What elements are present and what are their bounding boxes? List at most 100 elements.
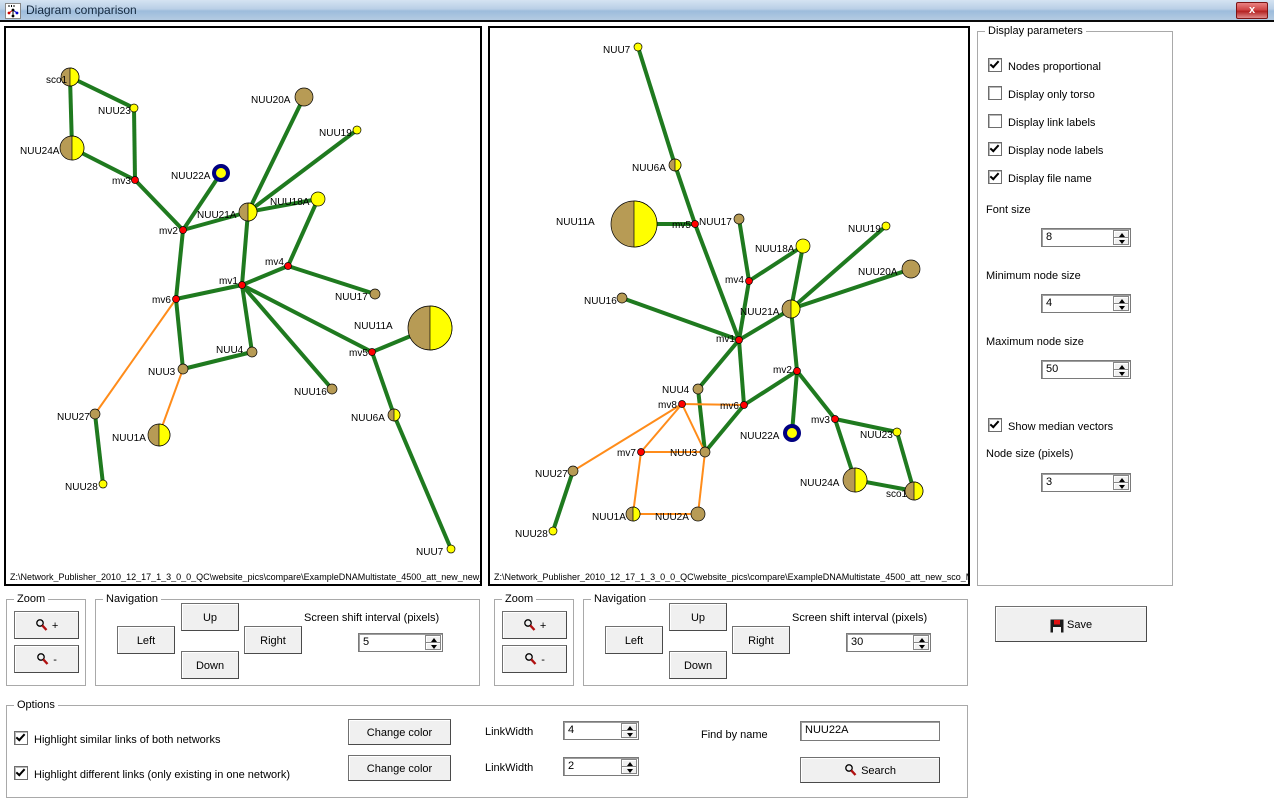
close-button[interactable]: x — [1236, 2, 1268, 19]
network-node[interactable]: NUU4 — [662, 383, 704, 396]
network-node[interactable]: NUU4 — [216, 345, 258, 358]
checkbox-highlight-different-links[interactable]: Highlight different links (only existing… — [14, 766, 290, 781]
network-node[interactable]: NUU16 — [584, 292, 628, 307]
network-node[interactable]: NUU28 — [515, 526, 558, 540]
network-node[interactable]: NUU20A — [858, 259, 921, 279]
network-node[interactable]: NUU11A — [354, 305, 453, 351]
network-node[interactable]: NUU16 — [294, 383, 338, 398]
spinner-down-button[interactable] — [1113, 482, 1129, 490]
right-zoom-in-button[interactable]: + — [502, 611, 567, 639]
network-node[interactable]: NUU19 — [848, 221, 891, 235]
network-node[interactable]: NUU21A — [740, 299, 801, 319]
left-nav-down-button[interactable]: Down — [181, 651, 239, 679]
left-nav-up-button[interactable]: Up — [181, 603, 239, 631]
spinner-down-button[interactable] — [1113, 303, 1129, 311]
network-node-label: NUU3 — [670, 448, 698, 459]
network-node[interactable]: NUU18A — [270, 191, 326, 208]
right-network-diagram[interactable]: NUU7 NUU6A NUU11A mv5 NUU17 NUU18A NUU19 NUU20A… — [488, 26, 970, 586]
spinner-down-button[interactable] — [621, 766, 637, 774]
right-screen-shift-spinner[interactable]: 30 — [846, 633, 931, 652]
network-node[interactable]: mv3 — [112, 176, 139, 187]
network-node[interactable]: NUU17 — [335, 288, 381, 303]
network-node[interactable]: NUU22A — [740, 424, 801, 442]
network-node[interactable]: mv4 — [265, 257, 292, 270]
checkbox-display-link-labels[interactable]: Display link labels — [988, 114, 1095, 129]
left-nav-left-button[interactable]: Left — [117, 626, 175, 654]
window-titlebar: Diagram comparison x — [0, 0, 1274, 22]
checkbox-display-node-labels[interactable]: Display node labels — [988, 142, 1103, 157]
network-node[interactable]: NUU7 — [603, 42, 643, 56]
right-nav-up-button[interactable]: Up — [669, 603, 727, 631]
network-node-label: NUU18A — [755, 244, 795, 255]
font-size-spinner[interactable]: 8 — [1041, 228, 1131, 247]
spinner-down-button[interactable] — [1113, 237, 1129, 245]
spinner-down-button[interactable] — [425, 642, 441, 650]
network-node[interactable]: NUU1A — [112, 423, 171, 447]
save-button[interactable]: Save — [995, 606, 1147, 642]
network-node[interactable]: sco1 — [46, 67, 80, 87]
right-zoom-title: Zoom — [502, 593, 537, 605]
network-node[interactable]: NUU21A — [197, 202, 258, 222]
checkbox-show-median-vectors[interactable]: Show median vectors — [988, 418, 1113, 433]
network-node[interactable]: NUU23 — [98, 103, 139, 117]
linkwidth-similar-spinner[interactable]: 4 — [563, 721, 639, 740]
left-zoom-out-button[interactable]: - — [14, 645, 79, 673]
network-node[interactable]: sco1 — [886, 481, 924, 501]
right-nav-right-button[interactable]: Right — [732, 626, 790, 654]
network-node[interactable]: NUU11A — [556, 200, 658, 248]
node-size-pixels-spinner[interactable]: 3 — [1041, 473, 1131, 492]
spinner-down-button[interactable] — [913, 642, 929, 650]
left-zoom-in-button[interactable]: + — [14, 611, 79, 639]
find-by-name-input[interactable]: NUU22A — [800, 721, 940, 741]
network-node[interactable]: NUU18A — [755, 238, 811, 255]
checkbox-highlight-similar-links[interactable]: Highlight similar links of both networks — [14, 731, 220, 746]
left-nav-right-button[interactable]: Right — [244, 626, 302, 654]
maximum-node-size-spinner[interactable]: 50 — [1041, 360, 1131, 379]
network-node-label: NUU6A — [632, 163, 666, 174]
change-color-similar-button[interactable]: Change color — [348, 719, 451, 745]
spinner-down-button[interactable] — [621, 730, 637, 738]
minimum-node-size-spinner[interactable]: 4 — [1041, 294, 1131, 313]
network-node[interactable]: NUU22A — [171, 164, 230, 182]
search-button[interactable]: Search — [800, 757, 940, 783]
minimum-node-size-value: 4 — [1046, 297, 1053, 309]
network-node[interactable]: NUU3 — [670, 446, 711, 459]
save-label: Save — [1066, 619, 1093, 631]
network-node[interactable]: mv5 — [672, 220, 699, 231]
network-node[interactable]: NUU7 — [416, 544, 456, 558]
checkbox-label: Display link labels — [1008, 117, 1096, 129]
right-zoom-out-button[interactable]: - — [502, 645, 567, 673]
spinner-down-button[interactable] — [1113, 369, 1129, 377]
left-navigation-group: Navigation Up Left Right Down Screen shi… — [95, 593, 480, 686]
network-node[interactable]: NUU1A — [592, 506, 641, 523]
network-node[interactable]: NUU6A — [351, 408, 401, 424]
network-node[interactable]: mv3 — [811, 415, 839, 426]
checkbox-label: Display file name — [1008, 173, 1092, 185]
network-node[interactable]: mv6 — [720, 401, 748, 412]
network-node[interactable]: NUU24A — [800, 467, 868, 493]
checkbox-nodes-proportional[interactable]: Nodes proportional — [988, 58, 1101, 73]
network-node[interactable]: NUU17 — [699, 213, 745, 228]
checkbox-display-file-name[interactable]: Display file name — [988, 170, 1092, 185]
left-screen-shift-spinner[interactable]: 5 — [358, 633, 443, 652]
right-nav-down-button[interactable]: Down — [669, 651, 727, 679]
left-network-diagram[interactable]: sco1 NUU23 NUU24A mv3 NUU22A NUU21A NUU18A mv2 N… — [4, 26, 482, 586]
network-node[interactable]: NUU28 — [65, 479, 108, 493]
linkwidth-different-spinner[interactable]: 2 — [563, 757, 639, 776]
network-node[interactable]: mv5 — [349, 348, 376, 359]
network-link — [632, 451, 642, 515]
network-node[interactable]: NUU23 — [860, 427, 902, 441]
network-node-label: NUU24A — [20, 146, 60, 157]
network-node[interactable]: mv8 — [658, 400, 686, 411]
network-node[interactable]: NUU20A — [251, 87, 314, 107]
change-color-different-button[interactable]: Change color — [348, 755, 451, 781]
network-node[interactable]: NUU19 — [319, 125, 362, 139]
network-node[interactable]: NUU24A — [20, 135, 85, 161]
network-node[interactable]: NUU6A — [632, 158, 682, 174]
checkbox-display-only-torso[interactable]: Display only torso — [988, 86, 1095, 101]
network-node[interactable]: NUU2A — [655, 506, 706, 523]
right-zoom-out-label: - — [541, 654, 545, 666]
network-node[interactable]: NUU3 — [148, 363, 189, 378]
network-node[interactable]: NUU27 — [57, 408, 101, 423]
right-nav-left-button[interactable]: Left — [605, 626, 663, 654]
